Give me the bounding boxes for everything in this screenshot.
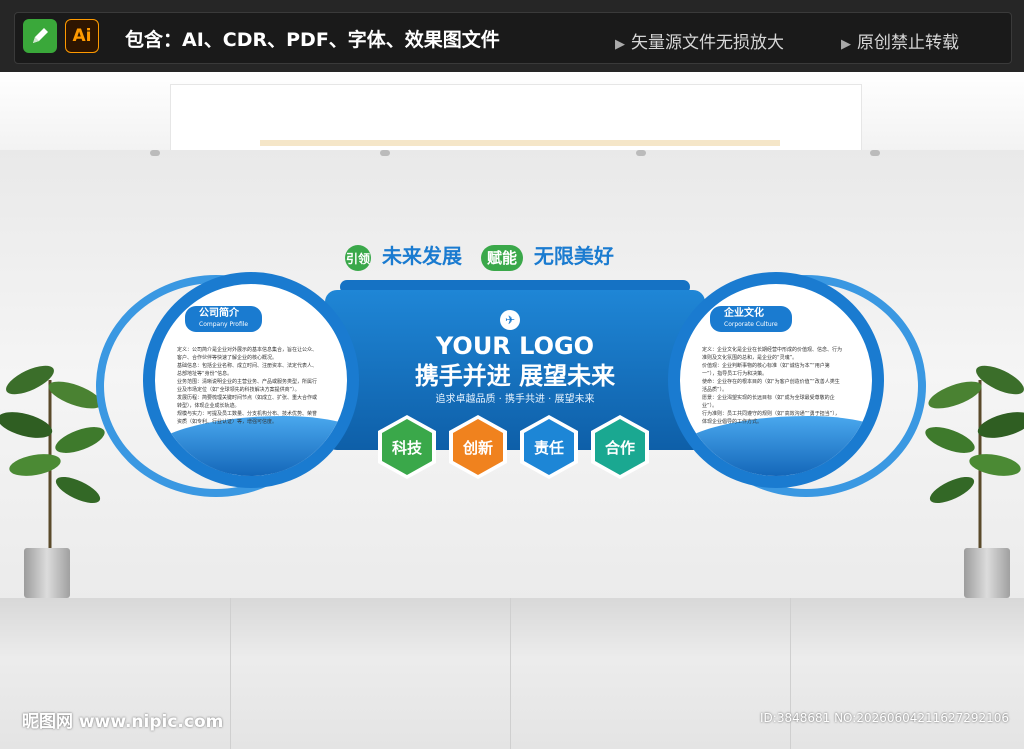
ceiling-light-strip [260,140,780,146]
panel-text-line: 愿景：企业渴望实现的长远目标（如“成为全球最受尊敬的企 [702,395,835,401]
panel-text-line: 基础信息：包括企业名称、成立时间、注册资本、法定代表人、 [177,363,318,369]
panel-text-line: 体现企业倡导的工作方式。 [702,419,763,425]
floor-seam [510,598,511,749]
spotlight-icon [380,150,390,156]
headline-part4: 无限美好 [533,244,614,268]
slogan: 携手并进 展望未来 [414,362,616,390]
right-panel: 企业文化 Corporate Culture 定义：企业文化是企业在长期经营中形… [668,272,884,488]
left-panel-tag: 公司简介 Company Profile [185,306,263,332]
pen-icon [23,19,57,53]
feature-copyright: ▶ 原创禁止转载 [841,28,959,53]
triangle-icon: ▶ [615,37,625,52]
left-panel: 公司简介 Company Profile 定义：公司简介是企业对外展示的基本信息… [143,272,359,488]
panel-text-line: 行为准则：员工共同遵守的规则（如“高效沟通”“勇于担当”）， [702,411,840,417]
panel-text-line: 使命：企业存在的根本目的（如“为客户创造价值”“改善人类生 [702,379,840,385]
spotlight-icon [636,150,646,156]
triangle-icon: ▶ [841,37,851,52]
panel-text-line: 定义：企业文化是企业在长期经营中形成的价值观、信念、行为 [702,347,843,353]
top-banner-inner: Ai 包含：AI、CDR、PDF、字体、效果图文件 ▶ 矢量源文件无损放大 ▶ 原创… [14,12,1012,64]
panel-text-line: 一”），指导员工行为和决策。 [702,371,768,377]
logo-icon: ✈ [500,310,520,330]
panel-text-line: 总部地址等“身份”信息。 [177,371,233,377]
panel-text-line: 价值观：企业判断事物的核心标准（如“诚信为本”“用户第 [702,363,830,369]
headline-part1: 引领 [345,252,370,266]
site-watermark: 昵图网 www.nipic.com [22,712,224,732]
left-panel-text: 定义：公司简介是企业对外展示的基本信息集合，旨在让公众、 客户、合作伙伴等快速了解… [177,346,337,426]
headline-char: 引领 [345,245,371,271]
panel-text-line: 业及市场定位（如“全球领先的科技解决方案提供商”）。 [177,387,300,393]
contains-label: 包含：AI、CDR、PDF、字体、效果图文件 [125,29,500,51]
value-label: 创新 [453,419,503,475]
pot-right [964,548,1010,598]
value-label: 科技 [382,419,432,475]
image-id: ID:3848681 NO:20260604211627292106 [760,711,1010,725]
left-panel-subtitle: Company Profile [199,321,249,328]
wave-decoration [155,416,347,476]
panel-text-line: 资质（如专利、行业认证）等，增强可信度。 [177,419,278,425]
headline-part3: 赋能 [480,245,523,271]
panel-text-line: 客户、合作伙伴等快速了解企业的核心概况。 [177,355,278,361]
right-panel-tag: 企业文化 Corporate Culture [710,306,792,332]
plant-left [0,340,110,574]
plant-right [920,340,1024,574]
top-banner: Ai 包含：AI、CDR、PDF、字体、效果图文件 ▶ 矢量源文件无损放大 ▶ 原创… [0,0,1024,72]
feature-vector-text: 矢量源文件无损放大 [631,33,784,53]
floor-seam [790,598,791,749]
wave-decoration [680,416,872,476]
pot-left [24,548,70,598]
panel-text-line: 业务范围：清晰说明企业的主营业务、产品或服务类型，所属行 [177,379,318,385]
value-label: 合作 [595,419,645,475]
plant-leaves-icon [925,365,1024,570]
headline-part2: 未来发展 [381,244,462,268]
plant-leaves-icon [0,365,105,570]
headline: 引领 未来发展 赋能 无限美好 [345,240,614,271]
floor-seam [230,598,231,749]
value-label: 责任 [524,419,574,475]
panel-text-line: 发展历程：简要梳理关键时间节点（如成立、扩张、重大合作或 [177,395,318,401]
panel-text-line: 规模与实力：可提及员工数量、分支机构分布、技术优势、荣誉 [177,411,318,417]
sub-slogan: 追求卓越品质 · 携手共进 · 展望未来 [435,394,595,405]
right-panel-text: 定义：企业文化是企业在长期经营中形成的价值观、信念、行为 准则及文化氛围的总和，是… [702,346,862,426]
panel-text-line: 业”）。 [702,403,718,409]
right-panel-subtitle: Corporate Culture [724,321,778,328]
feature-copyright-text: 原创禁止转载 [857,33,959,53]
panel-text-line: 活品质”）。 [702,387,728,393]
pen-glyph-icon [33,28,48,43]
spotlight-icon [150,150,160,156]
illustrator-icon: Ai [65,19,99,53]
panel-text-line: 定义：公司简介是企业对外展示的基本信息集合，旨在让公众、 [177,347,318,353]
feature-vector: ▶ 矢量源文件无损放大 [615,28,784,53]
panel-text-line: 准则及文化氛围的总和，是企业的“灵魂”。 [702,355,798,361]
spotlight-icon [870,150,880,156]
panel-text-line: 转型），体现企业成长轨迹。 [177,403,240,409]
left-panel-title: 公司简介 [199,308,239,319]
right-panel-title: 企业文化 [724,308,764,319]
